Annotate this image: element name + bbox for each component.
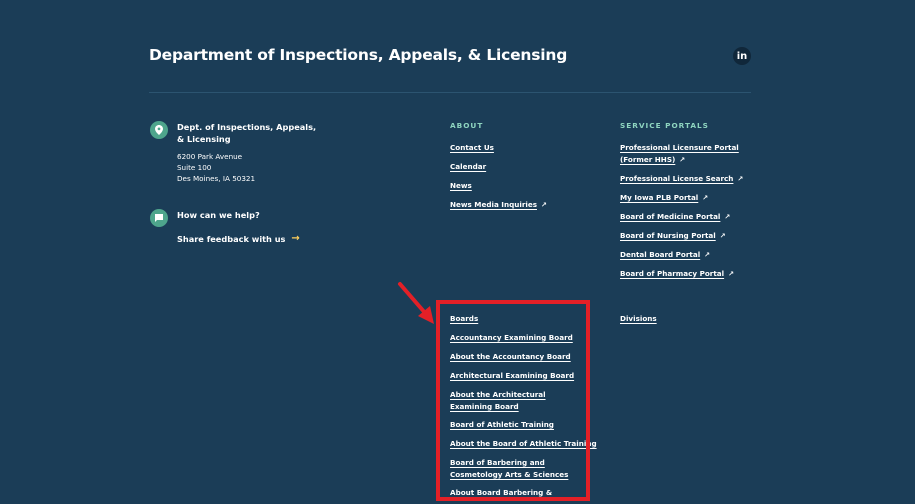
footer-title: Department of Inspections, Appeals, & Li… [149,46,568,64]
calendar-link[interactable]: Calendar [450,161,486,173]
divisions-link[interactable]: Divisions [620,313,657,325]
external-link-icon: ↗ [719,232,726,240]
external-link-icon: ↗ [540,201,547,209]
portal-label: Professional License Search [620,174,734,183]
professional-licensure-portal-link[interactable]: Professional Licensure Portal (Former HH… [620,142,745,166]
board-of-pharmacy-portal-link[interactable]: Board of Pharmacy Portal ↗ [620,268,734,281]
board-of-nursing-portal-link[interactable]: Board of Nursing Portal ↗ [620,230,726,243]
contact-us-link[interactable]: Contact Us [450,142,494,154]
linkedin-icon[interactable]: in [733,47,751,65]
help-heading: How can we help? [177,210,260,220]
board-of-medicine-portal-link[interactable]: Board of Medicine Portal ↗ [620,211,730,224]
address-line: Des Moines, IA 50321 [177,174,256,183]
portal-label: Board of Pharmacy Portal [620,269,725,278]
share-feedback-label: Share feedback with us [177,233,286,244]
external-link-icon: ↗ [702,194,709,202]
divider [149,92,751,93]
portal-label: Board of Medicine Portal [620,212,721,221]
red-arrow-icon [398,282,434,324]
external-link-icon: ↗ [728,270,734,278]
professional-license-search-link[interactable]: Professional License Search ↗ [620,173,743,186]
share-feedback-link[interactable]: Share feedback with us → [177,233,300,244]
external-link-icon: ↗ [737,175,744,183]
location-pin-icon [150,121,168,139]
portal-label: My Iowa PLB Portal [620,193,699,202]
highlight-box [436,300,590,501]
external-link-icon: ↗ [724,213,731,221]
service-portals-heading: SERVICE PORTALS [620,121,709,130]
portal-label: Board of Nursing Portal [620,231,716,240]
my-iowa-plb-portal-link[interactable]: My Iowa PLB Portal ↗ [620,192,708,205]
news-link[interactable]: News [450,180,472,192]
address-line: 6200 Park Avenue [177,152,243,161]
news-media-inquiries-link[interactable]: News Media Inquiries ↗ [450,199,547,212]
org-name: Dept. of Inspections, Appeals, & Licensi… [177,122,317,144]
address-line: Suite 100 [177,163,212,172]
dental-board-portal-link[interactable]: Dental Board Portal ↗ [620,249,710,262]
external-link-icon: ↗ [679,155,686,164]
external-link-icon: ↗ [704,251,711,259]
about-heading: ABOUT [450,121,484,130]
news-media-inquiries-label: News Media Inquiries [450,200,537,209]
chat-icon [150,209,168,227]
arrow-right-icon: → [291,233,300,244]
portal-label: Dental Board Portal [620,250,701,259]
